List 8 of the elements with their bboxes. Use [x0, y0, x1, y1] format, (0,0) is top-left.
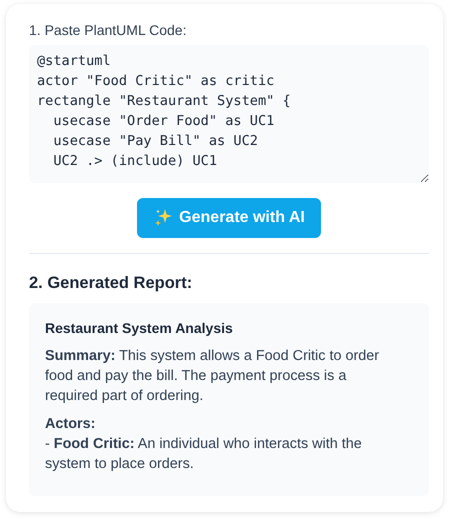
report-title: Restaurant System Analysis — [45, 319, 234, 338]
sparkle-icon — [153, 208, 174, 228]
summary-text: Summary: This system allows a Food Critic to order food and pay the bill. The payment process is a required part of ordering. — [45, 347, 380, 406]
report-subheading: Actors: — [45, 415, 96, 434]
list-item: - Food Critic: An individual who interacts with the system to place orders. — [45, 435, 363, 474]
field-label: 1. Paste PlantUML Code: — [29, 21, 188, 40]
code-field[interactable]: @startuml actor "Food Critic" as critic rectangle "Restaurant System" { usecase "Order Food" as UC1 usecase "Pay Bill" as UC2 UC2 .> (include) UC1 — [29, 45, 429, 183]
section-heading: 2. Generated Report: — [29, 273, 194, 294]
